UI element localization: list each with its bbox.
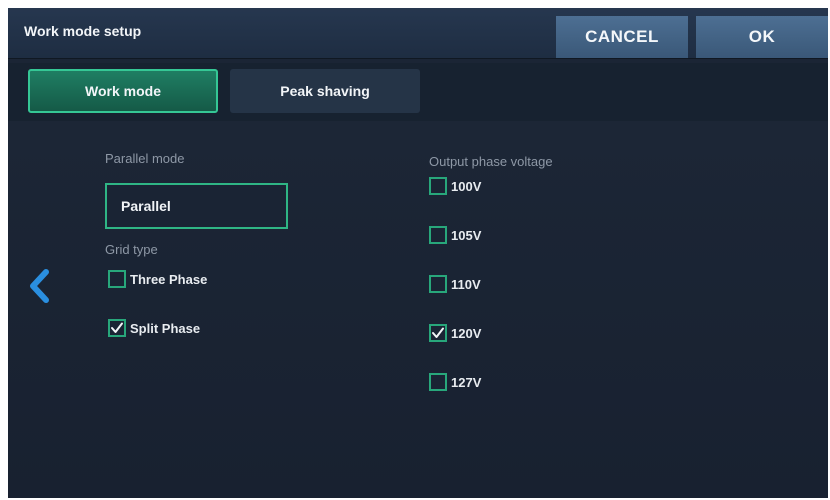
- option-label: 120V: [451, 325, 482, 341]
- cancel-button[interactable]: CANCEL: [556, 16, 688, 58]
- ok-button[interactable]: OK: [696, 16, 828, 58]
- checkmark-icon: [432, 327, 444, 338]
- output-phase-voltage-label: Output phase voltage: [429, 154, 553, 169]
- option-label: 105V: [451, 227, 482, 243]
- settings-panel: Parallel mode Parallel Grid type Three P…: [8, 121, 828, 498]
- option-label: 100V: [451, 178, 482, 194]
- voltage-option-100v[interactable]: 100V: [429, 177, 481, 195]
- grid-type-option-three-phase[interactable]: Three Phase: [108, 270, 207, 288]
- checkbox[interactable]: [108, 270, 126, 288]
- checkbox[interactable]: [429, 373, 447, 391]
- grid-type-label: Grid type: [105, 242, 158, 257]
- checkmark-icon: [111, 322, 123, 333]
- option-label: 127V: [451, 374, 482, 390]
- option-label: Three Phase: [130, 271, 208, 287]
- checkbox[interactable]: [429, 275, 447, 293]
- voltage-option-127v[interactable]: 127V: [429, 373, 481, 391]
- grid-type-option-split-phase[interactable]: Split Phase: [108, 319, 200, 337]
- parallel-mode-select[interactable]: Parallel: [105, 183, 288, 229]
- tab-bar: Work mode Peak shaving: [8, 63, 828, 121]
- chevron-left-icon[interactable]: [28, 269, 52, 303]
- checkbox[interactable]: [429, 226, 447, 244]
- page-title: Work mode setup: [24, 23, 142, 39]
- top-bar: Work mode setup CANCEL OK: [8, 8, 828, 59]
- work-mode-setup-window: Work mode setup CANCEL OK Work mode Peak…: [8, 8, 828, 498]
- checkbox[interactable]: [108, 319, 126, 337]
- tab-work-mode[interactable]: Work mode: [28, 69, 218, 113]
- voltage-option-110v[interactable]: 110V: [429, 275, 481, 293]
- voltage-option-105v[interactable]: 105V: [429, 226, 481, 244]
- checkbox[interactable]: [429, 177, 447, 195]
- parallel-mode-label: Parallel mode: [105, 151, 185, 166]
- option-label: 110V: [451, 276, 481, 292]
- voltage-option-120v[interactable]: 120V: [429, 324, 481, 342]
- tab-peak-shaving[interactable]: Peak shaving: [230, 69, 420, 113]
- checkbox[interactable]: [429, 324, 447, 342]
- option-label: Split Phase: [130, 320, 201, 336]
